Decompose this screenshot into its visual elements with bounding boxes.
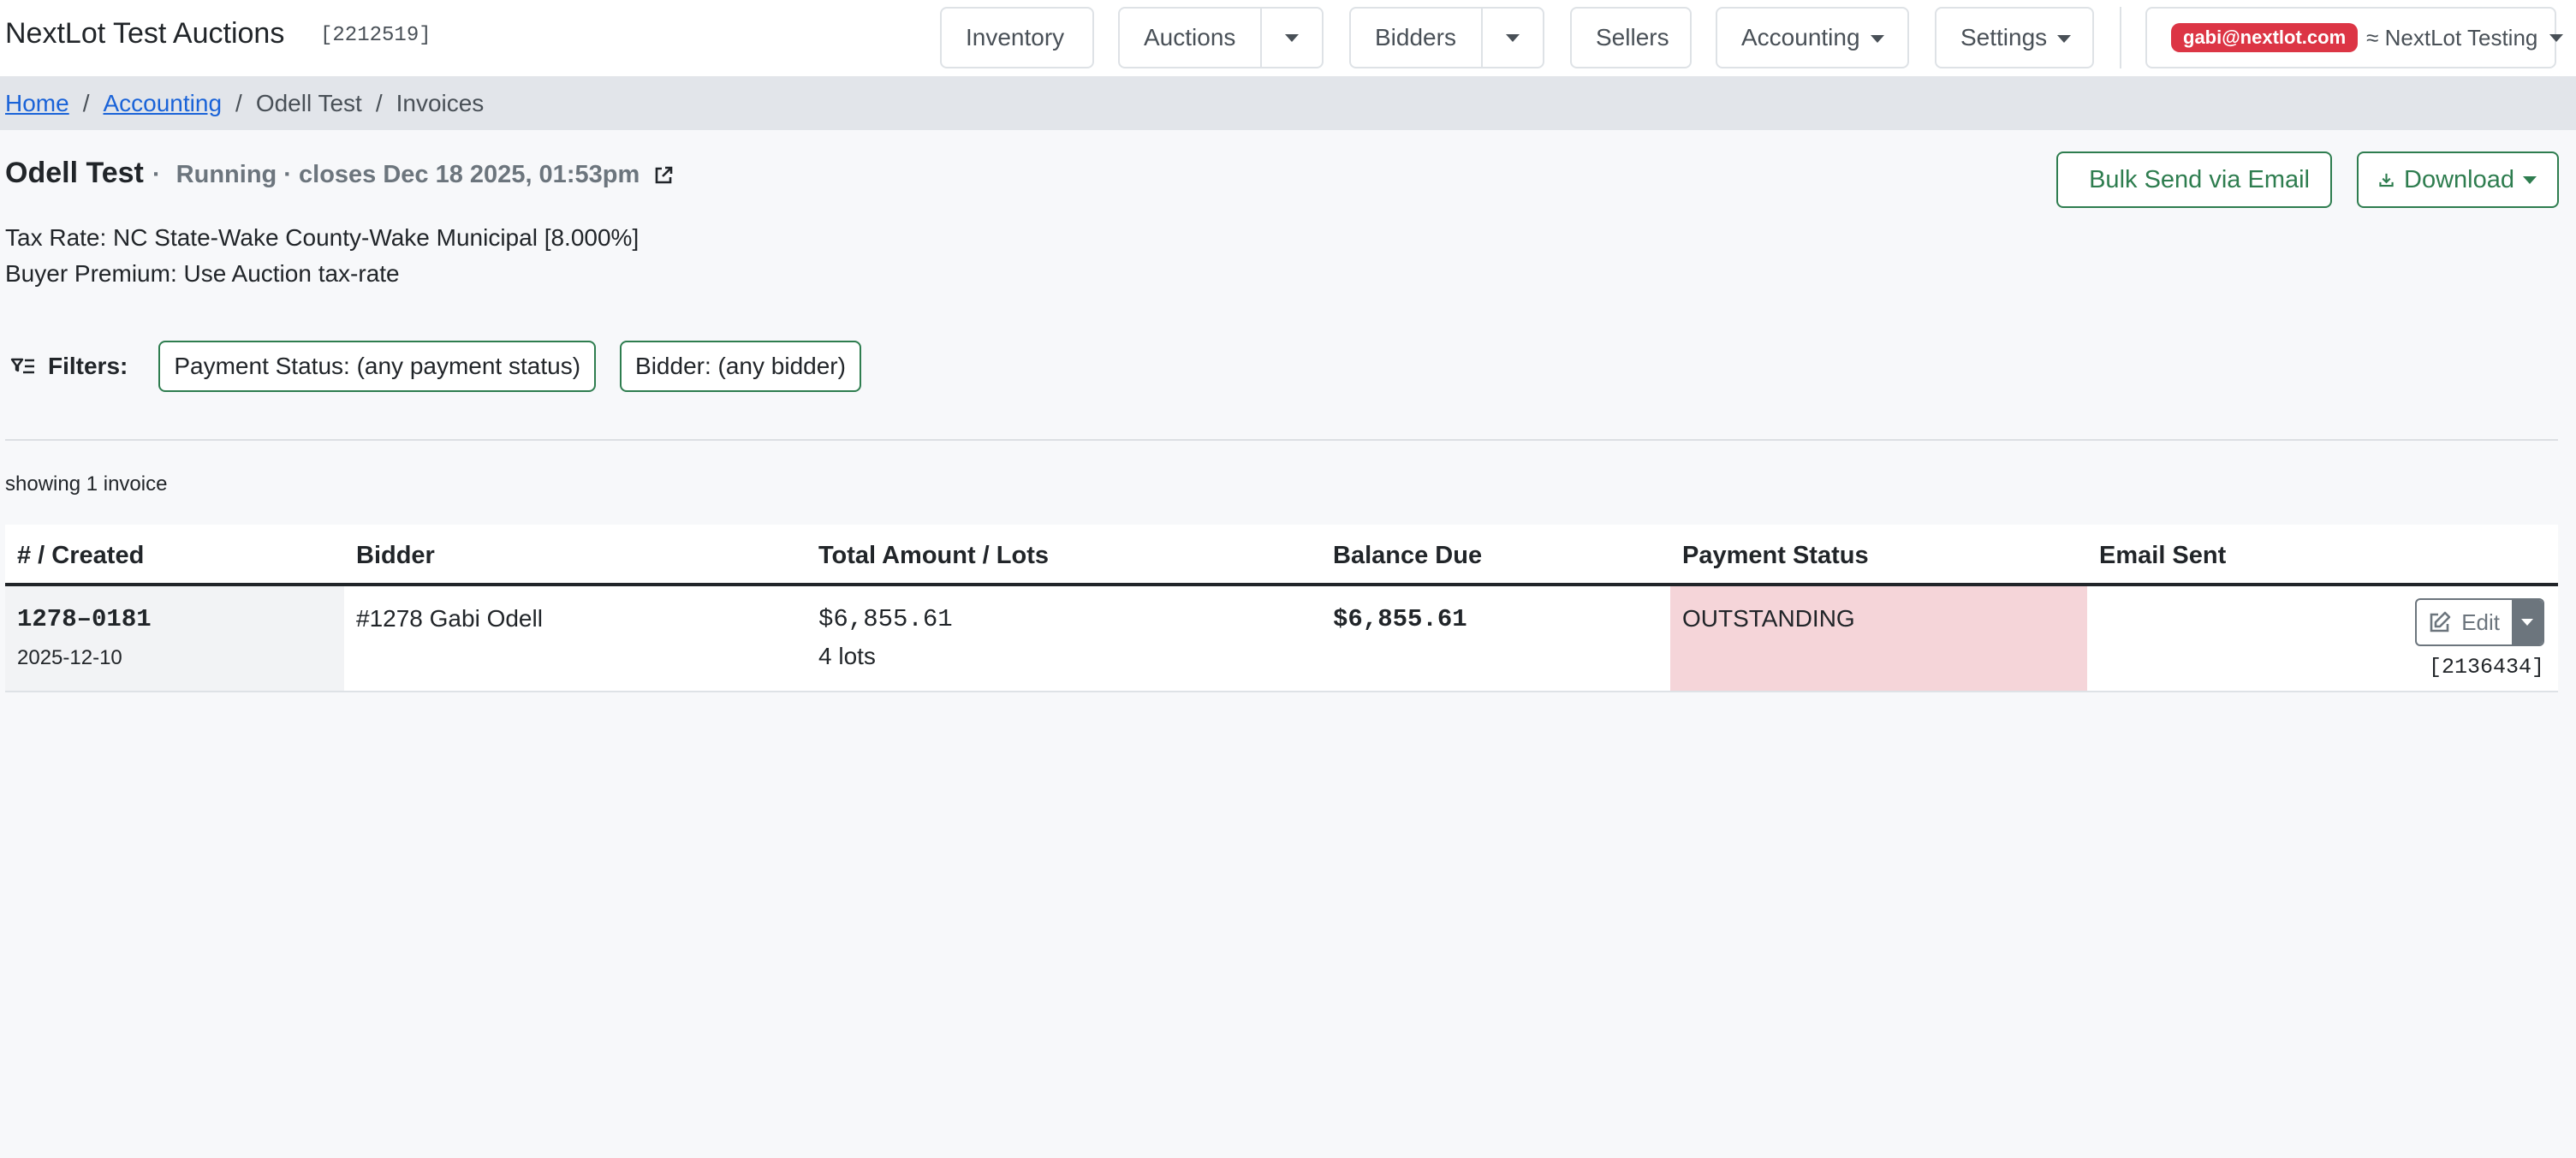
edit-icon	[2430, 611, 2451, 632]
breadcrumb-home-link[interactable]: Home	[5, 90, 69, 117]
buyer-premium-info: Buyer Premium: Use Auction tax-rate	[5, 260, 400, 287]
edit-button-group: Edit	[2415, 598, 2544, 646]
payment-status-filter[interactable]: Payment Status: (any payment status)	[158, 341, 597, 392]
total-amount: $6,855.61	[818, 605, 953, 633]
nav-divider	[2120, 7, 2121, 68]
nav-bidders-button[interactable]: Bidders	[1351, 24, 1481, 51]
nav-inventory-button[interactable]: Inventory	[940, 7, 1094, 68]
chevron-down-icon	[2523, 175, 2537, 184]
page-title: Odell Test	[5, 157, 144, 189]
invoice-number[interactable]: 1278–0181	[17, 605, 152, 633]
chevron-down-icon	[2521, 619, 2533, 626]
status-badge: OUTSTANDING	[1682, 605, 1855, 632]
download-icon	[2379, 173, 2394, 187]
auction-status-text: Running · closes Dec 18 2025, 01:53pm	[176, 161, 640, 188]
chevron-down-icon	[2549, 33, 2564, 42]
user-email-badge: gabi@nextlot.com	[2171, 23, 2359, 52]
cell-bidder: #1278 Gabi Odell	[344, 586, 806, 691]
cell-payment-status: OUTSTANDING	[1670, 586, 2087, 691]
balance-due: $6,855.61	[1333, 605, 1467, 633]
invoice-id: [2136434]	[2428, 655, 2544, 680]
table-row[interactable]: 1278–0181 2025-12-10 #1278 Gabi Odell $6…	[5, 586, 2558, 692]
breadcrumb-separator: /	[235, 90, 242, 116]
auction-status: · Running · closes Dec 18 2025, 01:53pm	[152, 161, 674, 189]
breadcrumb-separator: /	[82, 90, 90, 116]
edit-label: Edit	[2461, 609, 2500, 635]
results-count: showing 1 invoice	[5, 472, 168, 496]
bulk-send-email-button[interactable]: Bulk Send via Email	[2056, 151, 2332, 208]
invoices-table: # / Created Bidder Total Amount / Lots B…	[5, 525, 2558, 692]
nav-auctions-dropdown-toggle[interactable]	[1260, 9, 1322, 67]
edit-dropdown-toggle[interactable]	[2512, 600, 2543, 644]
section-divider	[5, 439, 2558, 441]
breadcrumb-separator: /	[375, 90, 383, 116]
column-header-balance: Balance Due	[1333, 542, 1483, 569]
bulk-send-label: Bulk Send via Email	[2089, 165, 2310, 193]
cell-total-lots: $6,855.61 4 lots	[806, 586, 1321, 691]
column-header-total: Total Amount / Lots	[818, 542, 1050, 569]
cell-balance-due: $6,855.61	[1321, 586, 1670, 691]
bidder-name[interactable]: #1278 Gabi Odell	[356, 605, 543, 632]
filters-bar: Filters: Payment Status: (any payment st…	[10, 341, 885, 392]
breadcrumb-accounting-link[interactable]: Accounting	[103, 90, 222, 117]
nav-settings-dropdown[interactable]: Settings	[1935, 7, 2094, 68]
table-header: # / Created Bidder Total Amount / Lots B…	[5, 525, 2558, 586]
nav-inventory-label: Inventory	[966, 24, 1065, 50]
download-label: Download	[2404, 165, 2514, 193]
brand-name[interactable]: NextLot Test Auctions	[5, 17, 284, 50]
user-account-dropdown[interactable]: gabi@nextlot.com ≈ NextLot Testing	[2145, 7, 2564, 68]
external-link-icon[interactable]	[653, 165, 674, 186]
cell-email-sent: Edit [2136434]	[2087, 586, 2558, 691]
tax-rate-info: Tax Rate: NC State-Wake County-Wake Muni…	[5, 224, 640, 251]
brand-id: [2212519]	[320, 24, 431, 47]
column-header-bidder: Bidder	[356, 542, 435, 569]
nav-bidders-group: Bidders	[1349, 7, 1544, 68]
chevron-down-icon	[2057, 35, 2072, 44]
nav-settings-label: Settings	[1960, 24, 2048, 50]
status-separator-dot: ·	[152, 161, 161, 188]
chevron-down-icon	[1870, 35, 1884, 44]
bidder-filter[interactable]: Bidder: (any bidder)	[620, 341, 861, 392]
filter-list-icon	[10, 358, 34, 374]
nav-accounting-label: Accounting	[1741, 24, 1860, 50]
nav-auctions-button[interactable]: Auctions	[1120, 24, 1260, 51]
account-name: ≈ NextLot Testing	[2366, 24, 2538, 50]
lot-count: 4 lots	[818, 643, 876, 669]
chevron-down-icon	[1285, 33, 1299, 42]
breadcrumb-auction: Odell Test	[255, 90, 362, 116]
filters-label: Filters:	[48, 353, 128, 379]
download-dropdown-button[interactable]: Download	[2357, 151, 2559, 208]
breadcrumb: Home / Accounting / Odell Test / Invoice…	[0, 77, 2576, 130]
breadcrumb-current: Invoices	[396, 90, 485, 116]
nav-bidders-dropdown-toggle[interactable]	[1481, 9, 1543, 67]
nav-sellers-label: Sellers	[1596, 24, 1669, 50]
chevron-down-icon	[1506, 33, 1520, 42]
nav-sellers-button[interactable]: Sellers	[1570, 7, 1692, 68]
column-header-payment-status: Payment Status	[1682, 542, 1869, 569]
invoice-created-date: 2025-12-10	[17, 646, 122, 669]
column-header-email-sent: Email Sent	[2099, 542, 2227, 569]
nav-auctions-group: Auctions	[1118, 7, 1324, 68]
cell-number-created: 1278–0181 2025-12-10	[5, 586, 344, 691]
top-navbar: NextLot Test Auctions [2212519] Inventor…	[0, 0, 2576, 77]
column-header-number-created: # / Created	[17, 542, 145, 569]
edit-button[interactable]: Edit	[2417, 600, 2512, 644]
nav-accounting-dropdown[interactable]: Accounting	[1716, 7, 1909, 68]
